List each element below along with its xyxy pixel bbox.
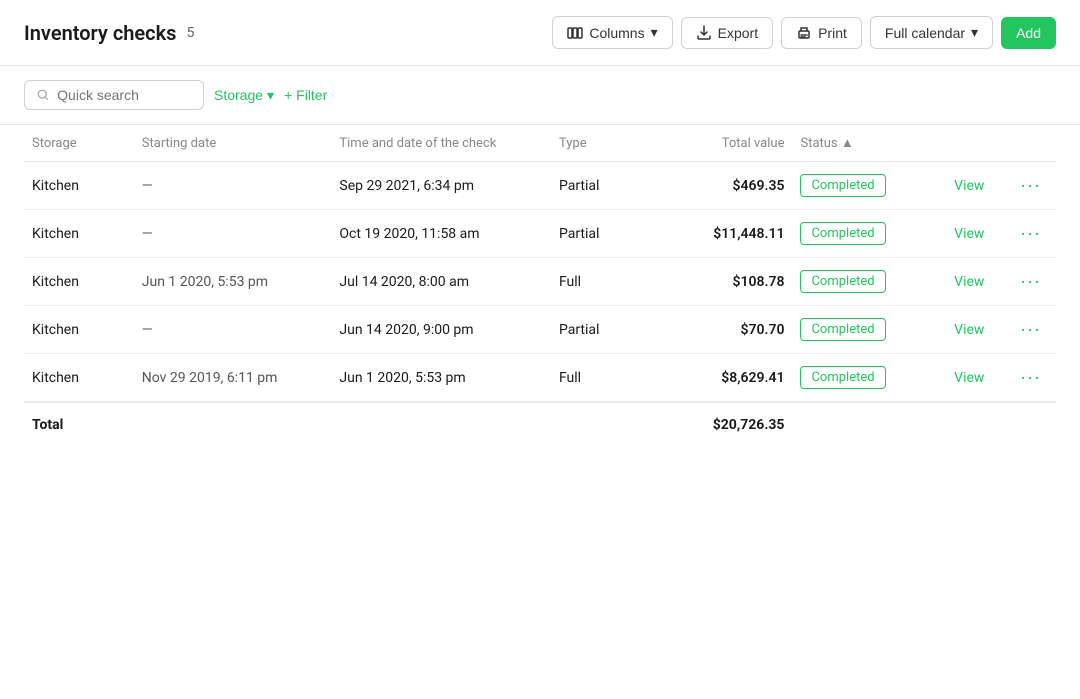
table-container: Storage Starting date Time and date of t…	[0, 125, 1080, 445]
print-button[interactable]: Print	[781, 17, 862, 49]
cell-status: Completed	[792, 162, 946, 210]
status-badge: Completed	[800, 270, 885, 293]
cell-starting-date: —	[134, 162, 332, 210]
col-header-more	[1012, 125, 1056, 162]
total-value: $20,726.35	[661, 402, 793, 445]
table-row: Kitchen — Oct 19 2020, 11:58 am Partial …	[24, 210, 1056, 258]
cell-total-value: $11,448.11	[661, 210, 793, 258]
cell-more[interactable]: ···	[1012, 354, 1056, 403]
cell-status: Completed	[792, 354, 946, 403]
cell-status: Completed	[792, 258, 946, 306]
cell-status: Completed	[792, 306, 946, 354]
more-button[interactable]: ···	[1020, 223, 1041, 244]
cell-datetime: Jun 1 2020, 5:53 pm	[331, 354, 551, 403]
cell-total-value: $70.70	[661, 306, 793, 354]
cell-view[interactable]: View	[946, 354, 1012, 403]
cell-view[interactable]: View	[946, 306, 1012, 354]
view-link[interactable]: View	[954, 370, 984, 386]
chevron-down-icon: ▾	[651, 24, 658, 41]
chevron-down-icon: ▾	[267, 87, 274, 104]
more-button[interactable]: ···	[1020, 367, 1041, 388]
cell-starting-date: Jun 1 2020, 5:53 pm	[134, 258, 332, 306]
cell-total-value: $8,629.41	[661, 354, 793, 403]
view-link[interactable]: View	[954, 178, 984, 194]
table-row: Kitchen Jun 1 2020, 5:53 pm Jul 14 2020,…	[24, 258, 1056, 306]
more-button[interactable]: ···	[1020, 175, 1041, 196]
cell-datetime: Jun 14 2020, 9:00 pm	[331, 306, 551, 354]
chevron-down-icon: ▾	[971, 24, 978, 41]
count-badge: 5	[186, 25, 194, 41]
search-input[interactable]	[57, 87, 191, 103]
col-header-status: Status ▲	[792, 125, 946, 162]
cell-more[interactable]: ···	[1012, 162, 1056, 210]
cell-storage: Kitchen	[24, 258, 134, 306]
cell-datetime: Oct 19 2020, 11:58 am	[331, 210, 551, 258]
cell-more[interactable]: ···	[1012, 210, 1056, 258]
cell-starting-date: Nov 29 2019, 6:11 pm	[134, 354, 332, 403]
export-icon	[696, 25, 712, 41]
header-left: Inventory checks 5	[24, 21, 194, 45]
table-row: Kitchen — Jun 14 2020, 9:00 pm Partial $…	[24, 306, 1056, 354]
total-label: Total	[24, 402, 134, 445]
cell-storage: Kitchen	[24, 354, 134, 403]
cell-more[interactable]: ···	[1012, 306, 1056, 354]
status-badge: Completed	[800, 174, 885, 197]
columns-icon	[567, 25, 583, 41]
page-header: Inventory checks 5 Columns ▾ Export	[0, 0, 1080, 66]
more-button[interactable]: ···	[1020, 271, 1041, 292]
toolbar: Storage ▾ + Filter	[0, 66, 1080, 125]
cell-type: Partial	[551, 162, 661, 210]
table-row: Kitchen — Sep 29 2021, 6:34 pm Partial $…	[24, 162, 1056, 210]
add-button[interactable]: Add	[1001, 17, 1056, 49]
status-badge: Completed	[800, 366, 885, 389]
cell-type: Partial	[551, 306, 661, 354]
view-link[interactable]: View	[954, 226, 984, 242]
cell-total-value: $108.78	[661, 258, 793, 306]
columns-button[interactable]: Columns ▾	[552, 16, 672, 49]
cell-type: Partial	[551, 210, 661, 258]
view-link[interactable]: View	[954, 322, 984, 338]
export-button[interactable]: Export	[681, 17, 773, 49]
cell-total-value: $469.35	[661, 162, 793, 210]
cell-type: Full	[551, 258, 661, 306]
table-header-row: Storage Starting date Time and date of t…	[24, 125, 1056, 162]
cell-datetime: Jul 14 2020, 8:00 am	[331, 258, 551, 306]
cell-datetime: Sep 29 2021, 6:34 pm	[331, 162, 551, 210]
cell-view[interactable]: View	[946, 210, 1012, 258]
search-icon	[37, 88, 49, 102]
cell-type: Full	[551, 354, 661, 403]
search-box[interactable]	[24, 80, 204, 110]
col-header-total-value: Total value	[661, 125, 793, 162]
page-title: Inventory checks	[24, 21, 176, 45]
sort-arrow-icon[interactable]: ▲	[841, 136, 854, 151]
cell-starting-date: —	[134, 306, 332, 354]
status-badge: Completed	[800, 222, 885, 245]
add-filter-button[interactable]: + Filter	[284, 87, 327, 103]
cell-storage: Kitchen	[24, 162, 134, 210]
col-header-action	[946, 125, 1012, 162]
cell-starting-date: —	[134, 210, 332, 258]
col-header-datetime: Time and date of the check	[331, 125, 551, 162]
cell-more[interactable]: ···	[1012, 258, 1056, 306]
col-header-type: Type	[551, 125, 661, 162]
view-link[interactable]: View	[954, 274, 984, 290]
total-row: Total $20,726.35	[24, 402, 1056, 445]
storage-filter-button[interactable]: Storage ▾	[214, 87, 274, 104]
table-row: Kitchen Nov 29 2019, 6:11 pm Jun 1 2020,…	[24, 354, 1056, 403]
more-button[interactable]: ···	[1020, 319, 1041, 340]
col-header-storage: Storage	[24, 125, 134, 162]
full-calendar-button[interactable]: Full calendar ▾	[870, 16, 993, 49]
cell-storage: Kitchen	[24, 210, 134, 258]
print-icon	[796, 25, 812, 41]
cell-view[interactable]: View	[946, 162, 1012, 210]
cell-status: Completed	[792, 210, 946, 258]
col-header-starting: Starting date	[134, 125, 332, 162]
inventory-table: Storage Starting date Time and date of t…	[24, 125, 1056, 445]
cell-view[interactable]: View	[946, 258, 1012, 306]
cell-storage: Kitchen	[24, 306, 134, 354]
header-right: Columns ▾ Export Print Full calendar ▾ A…	[552, 16, 1056, 49]
status-badge: Completed	[800, 318, 885, 341]
